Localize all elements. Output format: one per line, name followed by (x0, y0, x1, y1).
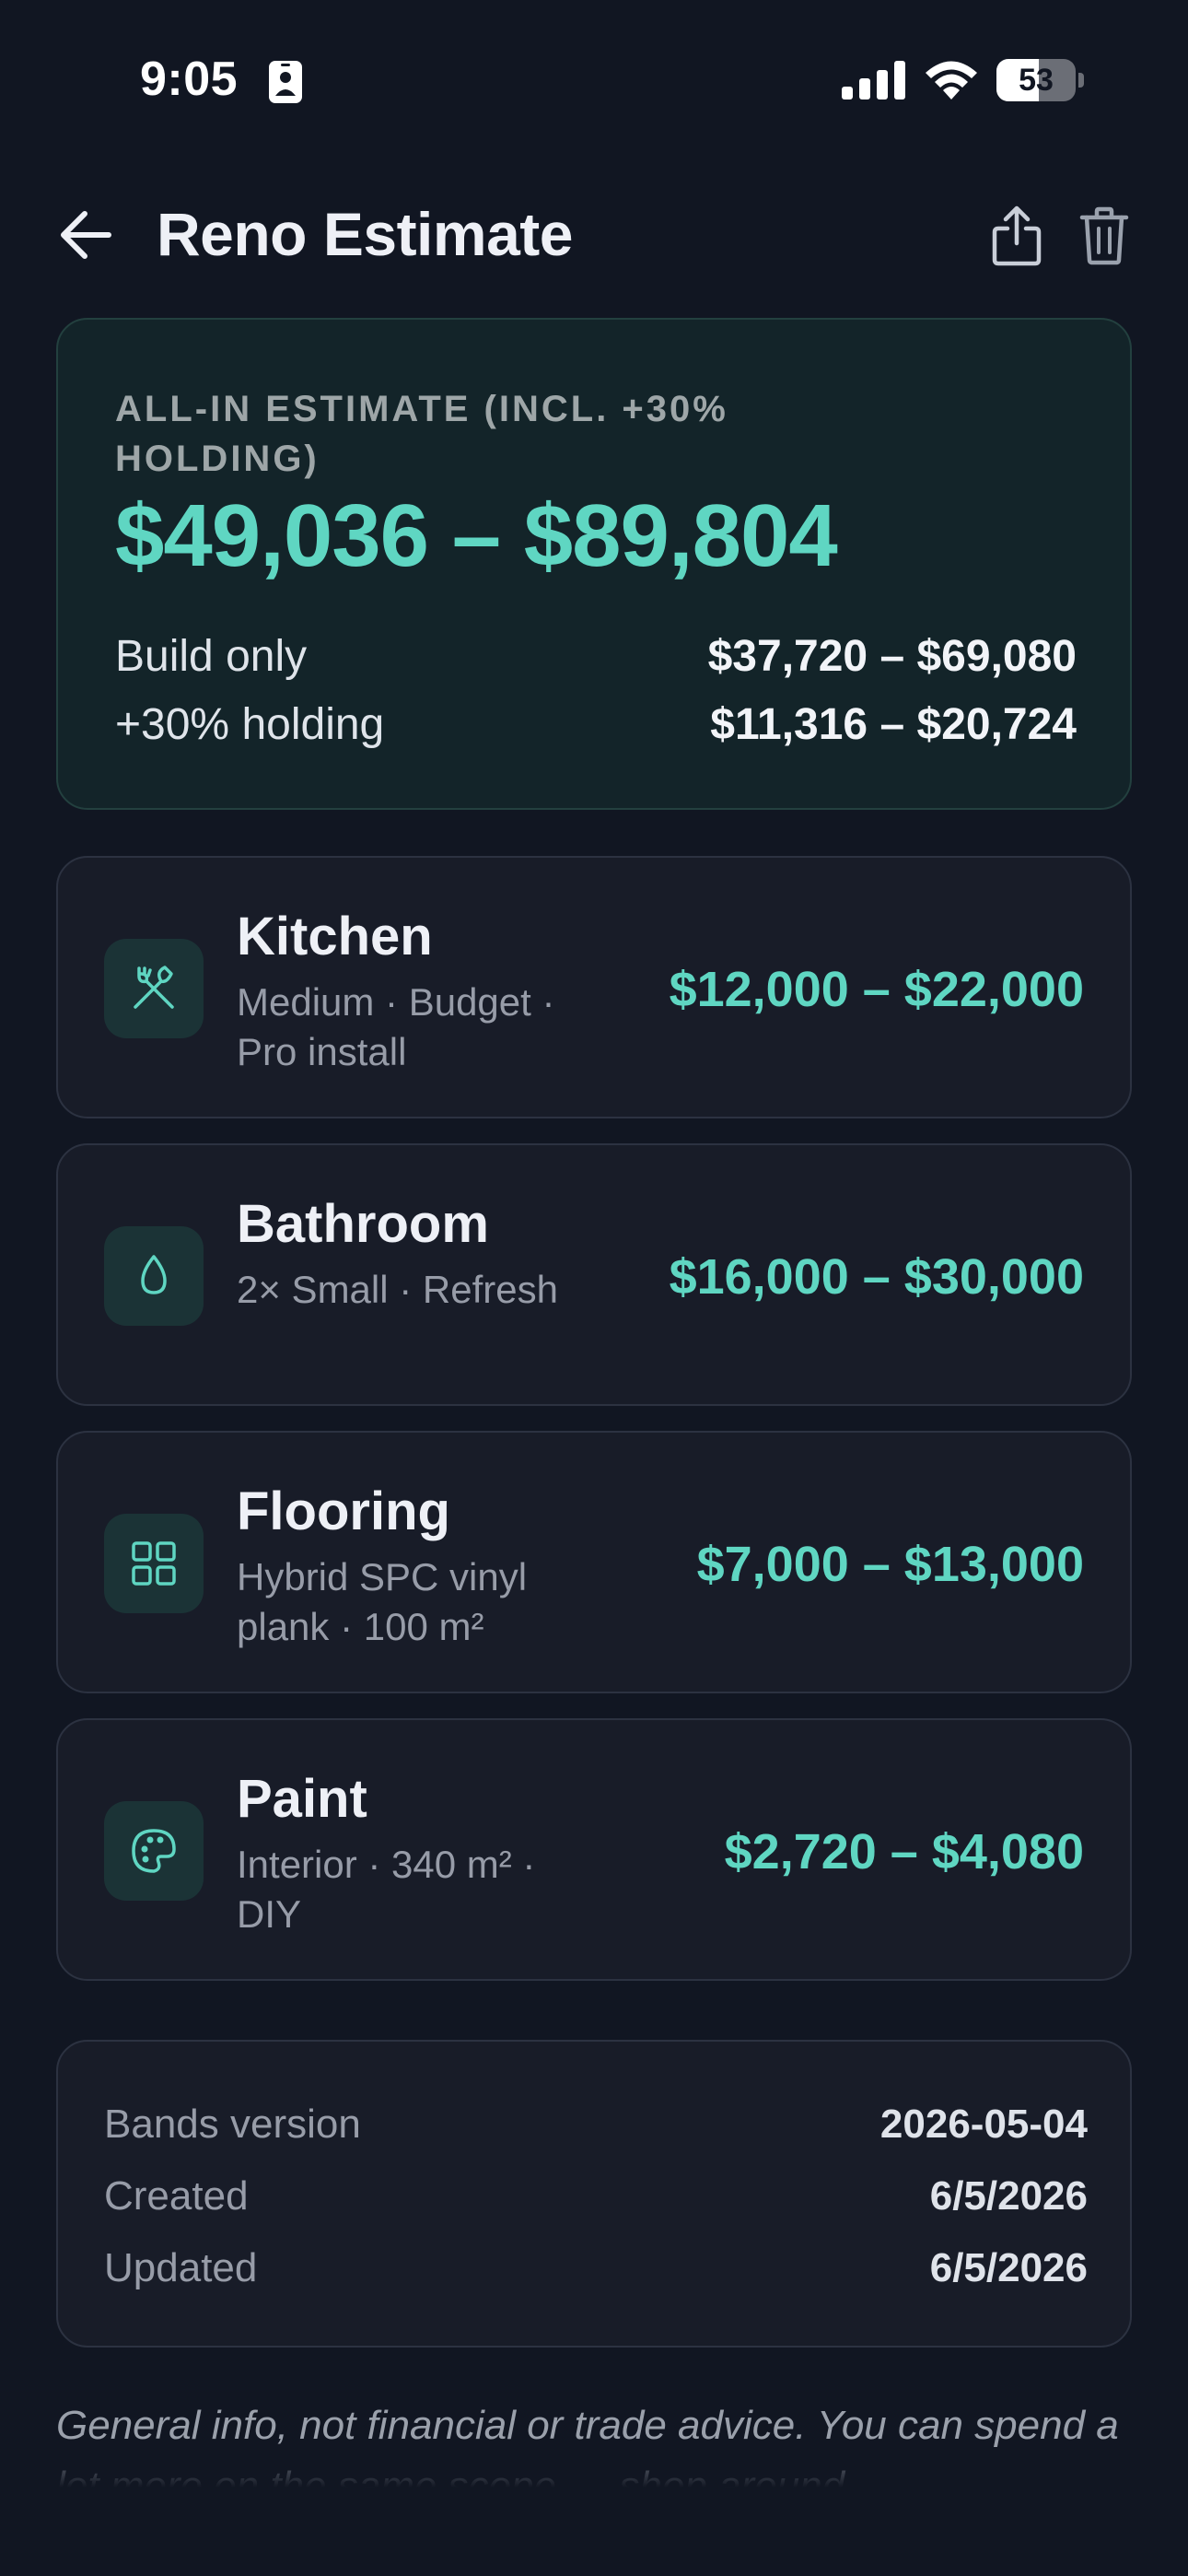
summary-total: $49,036 – $89,804 (115, 486, 838, 585)
reno-estimate-screen: 9:05 53 Reno Estimate ALL-IN ESTIMATE (I… (0, 0, 1188, 2576)
category-description: Interior · 340 m² · DIY (237, 1843, 536, 1936)
palette-icon (132, 1829, 176, 1873)
disclaimer: General info, not financial or trade adv… (56, 2395, 1132, 2488)
category-description: Hybrid SPC vinyl plank · 100 m² (237, 1555, 528, 1648)
build-only-value: $37,720 – $69,080 (707, 632, 1077, 681)
grid-icon (132, 1541, 176, 1586)
all-in-estimate-card: ALL-IN ESTIMATE (INCL. +30% HOLDING) $49… (56, 318, 1132, 810)
droplet-icon (141, 1255, 167, 1294)
wifi-icon (926, 61, 977, 100)
category-range: $7,000 – $13,000 (696, 1537, 1084, 1592)
updated-row: Updated 6/5/2026 (104, 2241, 1088, 2296)
category-card-flooring[interactable]: Flooring Hybrid SPC vinyl plank · 100 m²… (56, 1431, 1132, 1693)
meta-label: Created (104, 2173, 249, 2219)
category-range: $12,000 – $22,000 (669, 962, 1084, 1017)
category-name: Paint (237, 1769, 367, 1829)
id-badge-icon (269, 61, 302, 103)
utensils-icon (134, 966, 174, 1009)
estimate-meta-card: Bands version 2026-05-04 Created 6/5/202… (56, 2040, 1132, 2348)
build-only-label: Build only (115, 632, 308, 681)
category-description: Medium · Budget · Pro install (237, 980, 555, 1073)
category-card-paint[interactable]: Paint Interior · 340 m² · DIY $2,720 – $… (56, 1718, 1132, 1981)
build-only-row: Build only $37,720 – $69,080 (115, 629, 1077, 685)
meta-value: 6/5/2026 (929, 2245, 1088, 2290)
page-title: Reno Estimate (157, 200, 573, 268)
battery-percent: 53 (1019, 63, 1054, 98)
meta-value: 2026-05-04 (879, 2102, 1088, 2147)
status-bar: 9:05 53 (0, 0, 1188, 157)
category-name: Bathroom (237, 1194, 489, 1254)
share-icon[interactable] (991, 205, 1042, 267)
cellular-signal-icon (842, 61, 905, 100)
status-time: 9:05 (140, 53, 239, 106)
holding-row: +30% holding $11,316 – $20,724 (115, 697, 1077, 753)
category-card-bathroom[interactable]: Bathroom 2× Small · Refresh $16,000 – $3… (56, 1143, 1132, 1406)
meta-value: 6/5/2026 (929, 2173, 1088, 2219)
category-card-kitchen[interactable]: Kitchen Medium · Budget · Pro install $1… (56, 856, 1132, 1118)
bands-version-row: Bands version 2026-05-04 (104, 2097, 1088, 2152)
created-row: Created 6/5/2026 (104, 2169, 1088, 2224)
meta-label: Bands version (104, 2102, 361, 2147)
back-arrow-icon[interactable] (57, 208, 114, 262)
meta-label: Updated (104, 2245, 258, 2290)
holding-value: $11,316 – $20,724 (710, 700, 1077, 749)
battery-icon: 53 (996, 59, 1085, 103)
category-name: Flooring (237, 1481, 450, 1541)
category-range: $16,000 – $30,000 (669, 1249, 1084, 1305)
category-name: Kitchen (237, 907, 433, 966)
summary-label: ALL-IN ESTIMATE (INCL. +30% HOLDING) (115, 389, 728, 479)
holding-label: +30% holding (115, 700, 385, 749)
trash-icon[interactable] (1079, 206, 1129, 265)
category-range: $2,720 – $4,080 (724, 1824, 1084, 1879)
category-description: 2× Small · Refresh (237, 1268, 558, 1311)
